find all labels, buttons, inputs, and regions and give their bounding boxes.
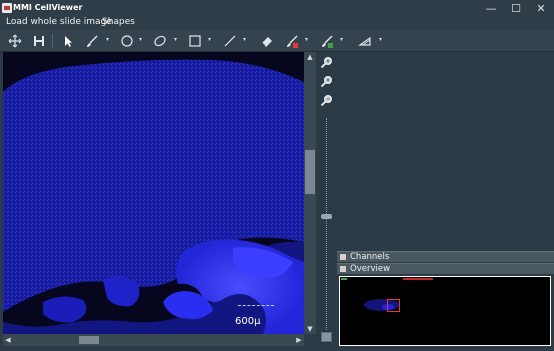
dock-float-icon[interactable] (340, 266, 346, 272)
scale-bar (238, 305, 274, 307)
menu-bar: Load whole slide image Shapes (0, 17, 554, 30)
dock-float-icon[interactable] (340, 254, 346, 260)
zoom-fit-icon[interactable] (319, 55, 334, 70)
vertical-scrollbar[interactable]: ▲ ▼ (304, 52, 316, 334)
zoom-slider-track[interactable] (326, 118, 328, 330)
red-pen-icon[interactable] (283, 32, 301, 50)
circle-icon[interactable] (118, 32, 136, 50)
overview-thumbnail[interactable] (339, 276, 551, 346)
vertical-scroll-thumb[interactable] (305, 150, 315, 194)
eraser-icon[interactable] (258, 32, 276, 50)
scroll-down-icon[interactable]: ▼ (304, 324, 316, 334)
line-icon[interactable] (221, 32, 239, 50)
tissue-image (3, 52, 304, 334)
chevron-down-icon[interactable]: ▾ (340, 37, 346, 43)
overview-tissue (364, 299, 400, 311)
overview-viewport-rect[interactable] (387, 299, 400, 312)
scale-label: 600µ (235, 316, 261, 327)
title-bar: MMI CellViewer — ☐ ✕ (0, 0, 554, 17)
pointer-icon[interactable] (59, 32, 77, 50)
horizontal-scroll-thumb[interactable] (79, 336, 99, 344)
window-title: MMI CellViewer (13, 3, 83, 12)
channels-label: Channels (350, 252, 390, 262)
app-logo-icon (2, 3, 12, 13)
horizontal-scrollbar[interactable]: ◀ ▶ (3, 334, 304, 346)
slide-viewer[interactable]: 600µ (3, 52, 304, 334)
overview-dock-header[interactable]: Overview (337, 263, 554, 274)
toolbar: ▾ ▾ ▾ ▾ ▾ ▾ ▾ ▾ (0, 30, 554, 52)
zoom-out-icon[interactable] (319, 93, 334, 108)
scroll-right-icon[interactable]: ▶ (294, 334, 304, 346)
scroll-left-icon[interactable]: ◀ (3, 334, 13, 346)
maximize-button[interactable]: ☐ (506, 1, 526, 16)
close-button[interactable]: ✕ (531, 1, 551, 16)
zoom-in-icon[interactable] (319, 74, 334, 89)
ellipse-icon[interactable] (151, 32, 169, 50)
scroll-up-icon[interactable]: ▲ (304, 52, 316, 62)
zoom-panel (316, 52, 337, 346)
overview-label: Overview (350, 264, 391, 274)
right-panel (337, 52, 554, 251)
green-pen-icon[interactable] (318, 32, 336, 50)
rectangle-icon[interactable] (186, 32, 204, 50)
zoom-reset-button[interactable] (321, 332, 332, 342)
save-icon[interactable] (30, 32, 48, 50)
chevron-down-icon[interactable]: ▾ (243, 37, 249, 43)
ruler-icon[interactable] (356, 32, 374, 50)
chevron-down-icon[interactable]: ▾ (305, 37, 311, 43)
chevron-down-icon[interactable]: ▾ (174, 37, 180, 43)
brush-icon[interactable] (83, 32, 101, 50)
minimize-button[interactable]: — (481, 1, 501, 16)
chevron-down-icon[interactable]: ▾ (208, 37, 214, 43)
channels-dock-header[interactable]: Channels (337, 251, 554, 262)
chevron-down-icon[interactable]: ▾ (379, 37, 385, 43)
toolbar-separator (52, 34, 53, 48)
menu-shapes[interactable]: Shapes (102, 17, 135, 27)
chevron-down-icon[interactable]: ▾ (139, 37, 145, 43)
menu-load-slide[interactable]: Load whole slide image (6, 17, 112, 27)
move-icon[interactable] (6, 32, 24, 50)
chevron-down-icon[interactable]: ▾ (106, 37, 112, 43)
zoom-slider-handle[interactable] (321, 214, 332, 219)
